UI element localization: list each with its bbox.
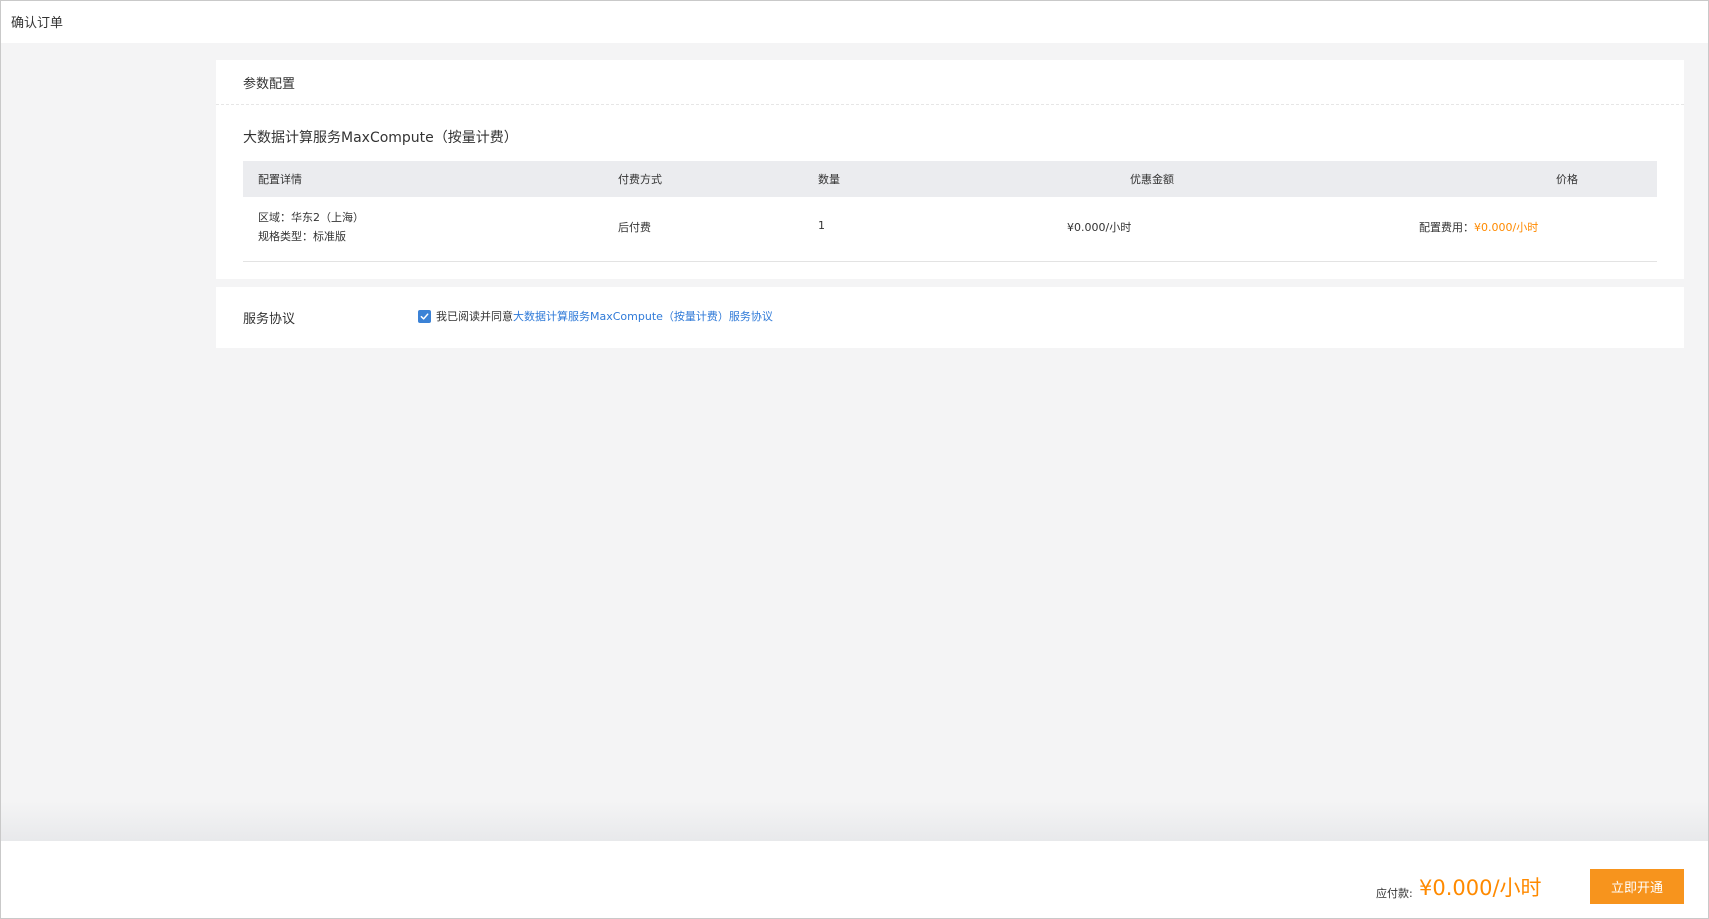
cell-quantity: 1 (818, 219, 825, 232)
top-header: 确认订单 (1, 1, 1708, 43)
order-confirm-window: 确认订单 参数配置 大数据计算服务MaxCompute（按量计费） 配置详情 付… (0, 0, 1709, 919)
cell-price: 配置费用：¥0.000/小时 (1419, 219, 1538, 235)
section-divider (216, 104, 1684, 105)
agreement-row: 我已阅读并同意 大数据计算服务MaxCompute（按量计费）服务协议 (418, 308, 773, 324)
product-name: 大数据计算服务MaxCompute（按量计费） (243, 130, 518, 146)
header-payment: 付费方式 (618, 173, 662, 186)
header-detail: 配置详情 (258, 173, 302, 186)
agreement-checkbox[interactable] (418, 309, 431, 323)
agreement-prefix: 我已阅读并同意 (436, 310, 513, 323)
params-panel: 参数配置 大数据计算服务MaxCompute（按量计费） 配置详情 付费方式 数… (216, 60, 1684, 279)
price-label: 配置费用： (1419, 221, 1474, 234)
agreement-label: 服务协议 (243, 312, 296, 327)
total-label: 应付款: (1376, 887, 1413, 900)
params-section-title: 参数配置 (243, 77, 296, 92)
cell-spec: 规格类型：标准版 (258, 230, 346, 243)
checkmark-icon (420, 312, 429, 320)
page-title: 确认订单 (11, 16, 64, 31)
config-table: 配置详情 付费方式 数量 优惠金额 价格 区域：华东2（上海） 规格类型：标准版… (243, 161, 1657, 262)
header-price: 价格 (1556, 173, 1578, 186)
header-quantity: 数量 (818, 173, 840, 186)
agreement-link[interactable]: 大数据计算服务MaxCompute（按量计费）服务协议 (513, 308, 773, 324)
price-value: ¥0.000/小时 (1474, 221, 1539, 234)
cell-discount: ¥0.000/小时 (1067, 221, 1132, 234)
header-discount: 优惠金额 (1130, 173, 1174, 186)
footer-bar: 应付款: ¥0.000/小时 立即开通 (1, 841, 1708, 918)
table-row: 区域：华东2（上海） 规格类型：标准版 后付费 1 ¥0.000/小时 配置费用… (243, 197, 1657, 262)
cell-region: 区域：华东2（上海） (258, 211, 364, 224)
cell-payment: 后付费 (618, 221, 651, 234)
agreement-panel: 服务协议 我已阅读并同意 大数据计算服务MaxCompute（按量计费）服务协议 (216, 287, 1684, 348)
activate-button[interactable]: 立即开通 (1590, 869, 1684, 904)
total-amount: ¥0.000/小时 (1419, 876, 1542, 900)
table-header-row: 配置详情 付费方式 数量 优惠金额 价格 (243, 161, 1657, 197)
bottom-shadow (1, 801, 1708, 841)
